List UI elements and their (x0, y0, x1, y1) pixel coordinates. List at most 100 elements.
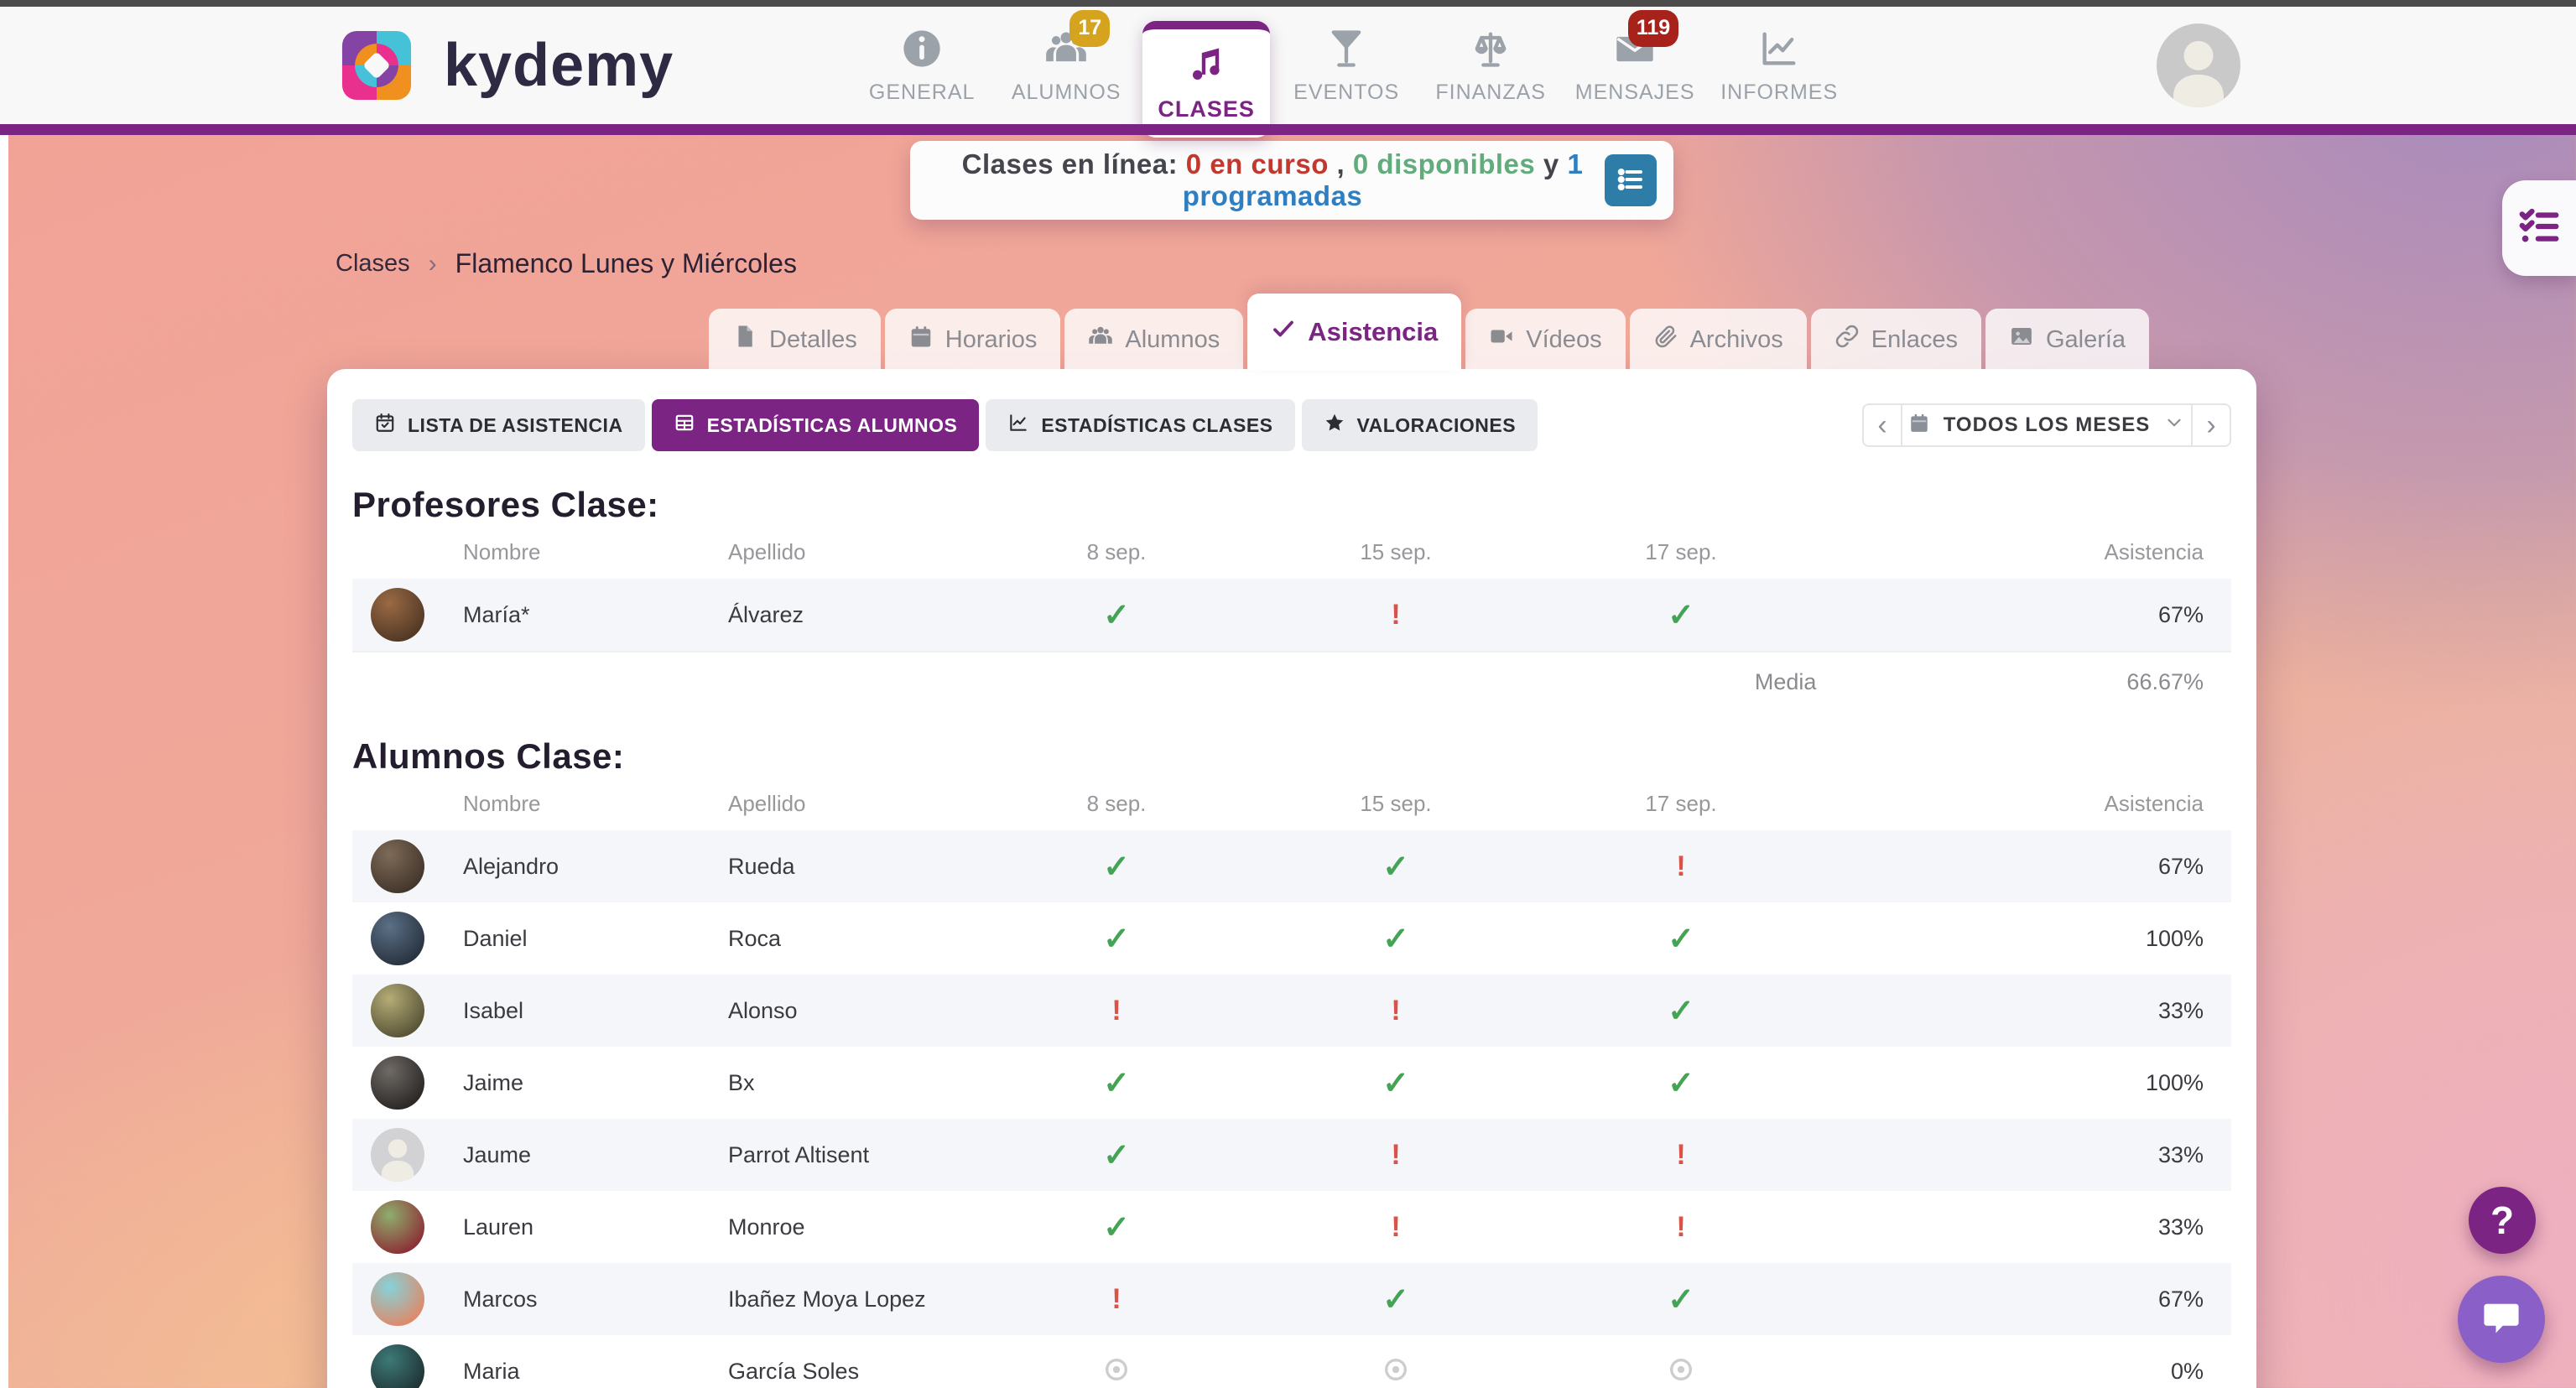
nav-label-general: GENERAL (869, 81, 975, 105)
tab-label-videos: Vídeos (1526, 326, 1601, 354)
column-header: 17 sep. (1534, 791, 1828, 817)
avatar (371, 588, 424, 642)
attendance-mark-absent: ! (1534, 1139, 1828, 1172)
chevron-down-icon (2163, 412, 2185, 439)
attendance-mark-present: ✓ (1257, 848, 1534, 886)
not-marked-icon (1106, 1359, 1127, 1380)
check-icon (1271, 316, 1296, 348)
teachers-table: NombreApellido8 sep.15 sep.17 sep.Asiste… (352, 525, 2231, 652)
attendance-mark-absent: ! (1257, 1139, 1534, 1172)
table-row[interactable]: IsabelAlonso!!✓33% (352, 975, 2231, 1047)
absent-exclamation-icon: ! (1391, 995, 1400, 1027)
tab-enlaces[interactable]: Enlaces (1811, 309, 1981, 371)
attendance-mark-present: ✓ (1257, 1281, 1534, 1318)
attendance-mark-present: ✓ (1257, 920, 1534, 958)
breadcrumb-clases[interactable]: Clases (336, 250, 410, 278)
cell-nombre: Marcos (463, 1287, 728, 1313)
column-header: 8 sep. (976, 791, 1257, 817)
cell-asistencia: 67% (1828, 1287, 2231, 1313)
avatar-cell (352, 1128, 463, 1182)
nav-label-clases: CLASES (1158, 96, 1255, 122)
subtab-lista[interactable]: LISTA DE ASISTENCIA (352, 399, 645, 451)
tab-detalles[interactable]: Detalles (709, 309, 881, 371)
table-row[interactable]: LaurenMonroe✓!!33% (352, 1191, 2231, 1263)
nav-item-alumnos[interactable]: 17ALUMNOS (998, 27, 1134, 105)
tab-horarios[interactable]: Horarios (885, 309, 1061, 371)
attendance-mark-present: ✓ (976, 1209, 1257, 1246)
image-icon (2009, 324, 2034, 356)
brand[interactable]: kydemy (331, 20, 674, 111)
nav-label-alumnos: ALUMNOS (1012, 81, 1121, 105)
subtab-label-est-clases: ESTADÍSTICAS CLASES (1041, 414, 1272, 437)
month-select-label: TODOS LOS MESES (1944, 413, 2151, 437)
header-accent-bar (0, 124, 2576, 135)
attendance-mark-absent: ! (1257, 1211, 1534, 1244)
nav-item-general[interactable]: GENERAL (854, 27, 990, 105)
attendance-mark-present: ✓ (1534, 992, 1828, 1030)
teachers-media-row: Media 66.67% (352, 652, 2231, 711)
month-select[interactable]: TODOS LOS MESES (1901, 403, 2193, 447)
avatar (371, 1056, 424, 1110)
attendance-mark-present: ✓ (1257, 1064, 1534, 1102)
user-avatar[interactable] (2157, 23, 2240, 107)
nav-item-finanzas[interactable]: FINANZAS (1423, 27, 1559, 105)
status-segment: , (1329, 148, 1353, 179)
table-row[interactable]: MarcosIbañez Moya Lopez!✓✓67% (352, 1263, 2231, 1335)
subtab-valoraciones[interactable]: VALORACIONES (1302, 399, 1538, 451)
info-icon (900, 27, 944, 70)
subtab-est-clases[interactable]: ESTADÍSTICAS CLASES (986, 399, 1294, 451)
attendance-mark-present: ✓ (976, 1136, 1257, 1174)
attendance-mark-none (1534, 1359, 1828, 1385)
online-classes-banner: Clases en línea: 0 en curso , 0 disponib… (910, 141, 1673, 220)
table-header-row: NombreApellido8 sep.15 sep.17 sep.Asiste… (352, 525, 2231, 579)
not-marked-icon (1670, 1359, 1692, 1380)
table-row[interactable]: María*Álvarez✓!✓67% (352, 579, 2231, 652)
chat-button[interactable] (2458, 1276, 2545, 1363)
avatar (371, 840, 424, 893)
tab-archivos[interactable]: Archivos (1630, 309, 1807, 371)
side-panel-toggle[interactable] (2502, 180, 2576, 276)
absent-exclamation-icon: ! (1391, 1139, 1400, 1171)
table-row[interactable]: AlejandroRueda✓✓!67% (352, 830, 2231, 902)
nav-item-clases[interactable]: CLASES (1142, 21, 1270, 138)
class-tabs: DetallesHorariosAlumnos Asistencia Vídeos A… (709, 295, 2149, 371)
tab-asistencia[interactable]: Asistencia (1247, 294, 1461, 371)
column-header: Asistencia (1828, 791, 2231, 817)
tab-alumnos[interactable]: Alumnos (1064, 309, 1243, 371)
present-check-icon: ✓ (1103, 1138, 1130, 1173)
absent-exclamation-icon: ! (1391, 1211, 1400, 1243)
tab-label-asistencia: Asistencia (1308, 317, 1438, 347)
chat-bubble-icon (2480, 1296, 2523, 1344)
video-icon (1489, 324, 1514, 356)
attendance-mark-present: ✓ (1534, 920, 1828, 958)
app-header: kydemy GENERAL 17ALUMNOS CLASES EVENTOSFINA… (0, 7, 2576, 124)
nav-item-mensajes[interactable]: 119MENSAJES (1567, 27, 1703, 105)
cell-asistencia: 67% (1828, 854, 2231, 880)
tab-galeria[interactable]: Galería (1985, 309, 2149, 371)
prev-month-button[interactable]: ‹ (1862, 403, 1901, 447)
present-check-icon: ✓ (1382, 850, 1409, 885)
attendance-mark-absent: ! (1257, 599, 1534, 632)
kydemy-logo-icon (331, 20, 422, 111)
help-button[interactable]: ? (2469, 1187, 2536, 1254)
column-header: Apellido (728, 791, 976, 817)
table-row[interactable]: MariaGarcía Soles0% (352, 1335, 2231, 1388)
cell-asistencia: 100% (1828, 926, 2231, 952)
nav-label-informes: INFORMES (1720, 81, 1838, 105)
nav-item-informes[interactable]: INFORMES (1711, 27, 1847, 105)
mail-icon: 119 (1613, 27, 1657, 70)
table-row[interactable]: DanielRoca✓✓✓100% (352, 902, 2231, 975)
teachers-section-title: Profesores Clase: (352, 485, 2231, 525)
subtab-est-alumnos[interactable]: ESTADÍSTICAS ALUMNOS (652, 399, 980, 451)
file-icon (732, 324, 757, 356)
table-row[interactable]: JaumeParrot Altisent✓!!33% (352, 1119, 2231, 1191)
present-check-icon: ✓ (1103, 922, 1130, 957)
link-icon (1834, 324, 1860, 356)
table-row[interactable]: JaimeBx✓✓✓100% (352, 1047, 2231, 1119)
next-month-button[interactable]: › (2193, 403, 2231, 447)
online-classes-list-button[interactable] (1605, 154, 1657, 206)
present-check-icon: ✓ (1103, 598, 1130, 633)
nav-item-eventos[interactable]: EVENTOS (1278, 27, 1414, 105)
tab-videos[interactable]: Vídeos (1465, 309, 1625, 371)
breadcrumb-separator: › (429, 250, 437, 278)
